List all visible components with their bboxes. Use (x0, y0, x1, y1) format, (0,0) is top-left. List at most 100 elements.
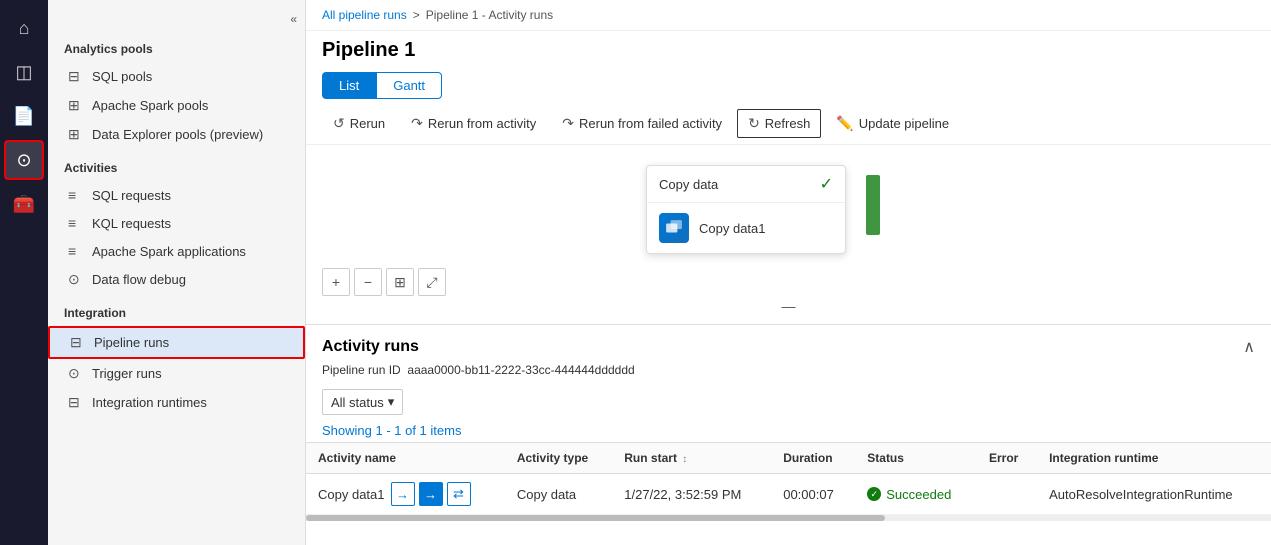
activity-runs-header: Activity runs ∧ (306, 325, 1271, 361)
run-id-row: Pipeline run ID aaaa0000-bb11-2222-33cc-… (306, 361, 1271, 385)
collapse-nav-icon[interactable]: « (290, 12, 297, 26)
refresh-button[interactable]: ↻ Refresh (737, 109, 821, 138)
spark-apps-icon: ≡ (68, 243, 84, 259)
rerun-icon: ↺ (333, 115, 345, 132)
tab-list[interactable]: List (322, 72, 376, 99)
rerun-from-failed-button[interactable]: ↷ Rerun from failed activity (551, 109, 733, 138)
apache-spark-pools-label: Apache Spark pools (92, 98, 208, 113)
update-pipeline-button[interactable]: ✏️ Update pipeline (825, 109, 960, 138)
status-dropdown-chevron-icon: ▾ (388, 394, 395, 410)
tab-gantt[interactable]: Gantt (376, 72, 442, 99)
home-icon[interactable]: ⌂ (4, 8, 44, 48)
document-icon[interactable]: 📄 (4, 96, 44, 136)
sidebar-item-apache-spark-pools[interactable]: ⊞ Apache Spark pools (48, 91, 305, 120)
rerun-button[interactable]: ↺ Rerun (322, 109, 396, 138)
status-succeeded: ✓ Succeeded (867, 487, 965, 502)
rerun-activity-icon: ↷ (411, 115, 423, 132)
breadcrumb-all-pipeline-runs[interactable]: All pipeline runs (322, 8, 407, 22)
pipeline-runs-icon: ⊟ (70, 334, 86, 351)
data-flow-debug-icon: ⊙ (68, 271, 84, 288)
horizontal-scrollbar[interactable] (306, 515, 1271, 521)
activities-heading: Activities (48, 149, 305, 181)
col-duration: Duration (771, 443, 855, 474)
data-explorer-icon: ⊞ (68, 126, 84, 143)
row-input-icon[interactable]: → (391, 482, 415, 506)
collapse-divider[interactable]: — (782, 298, 796, 314)
sql-requests-icon: ≡ (68, 187, 84, 203)
tab-bar: List Gantt (306, 68, 1271, 103)
row-output-icon[interactable]: → (419, 482, 443, 506)
sidebar-item-data-explorer-pools[interactable]: ⊞ Data Explorer pools (preview) (48, 120, 305, 149)
cell-integration-runtime: AutoResolveIntegrationRuntime (1037, 474, 1271, 515)
run-id-label: Pipeline run ID (322, 363, 401, 377)
breadcrumb-current: Pipeline 1 - Activity runs (426, 8, 553, 22)
diagram-toolbar: + − ⊞ ⤢ (322, 268, 446, 296)
popup-title: Copy data (659, 177, 718, 192)
integrate-icon[interactable]: ⊙ (4, 140, 44, 180)
sidebar-item-sql-requests[interactable]: ≡ SQL requests (48, 181, 305, 209)
data-icon[interactable]: ◫ (4, 52, 44, 92)
activity-runs-section: Activity runs ∧ Pipeline run ID aaaa0000… (306, 325, 1271, 545)
status-text: Succeeded (886, 487, 951, 502)
refresh-label: Refresh (765, 116, 811, 131)
col-status: Status (855, 443, 977, 474)
rerun-failed-icon: ↷ (562, 115, 574, 132)
zoom-in-btn[interactable]: + (322, 268, 350, 296)
kql-requests-label: KQL requests (92, 216, 171, 231)
toolbar: ↺ Rerun ↷ Rerun from activity ↷ Rerun fr… (306, 103, 1271, 145)
expand-view-btn[interactable]: ⤢ (418, 268, 446, 296)
status-succeeded-icon: ✓ (867, 487, 881, 501)
cell-run-start: 1/27/22, 3:52:59 PM (612, 474, 771, 515)
sidebar-item-integration-runtimes[interactable]: ⊟ Integration runtimes (48, 388, 305, 417)
status-dropdown[interactable]: All status ▾ (322, 389, 403, 415)
sidebar-item-data-flow-debug[interactable]: ⊙ Data flow debug (48, 265, 305, 294)
row-actions: → → ⇄ (391, 482, 471, 506)
popup-check-icon: ✓ (820, 174, 833, 194)
cell-error (977, 474, 1037, 515)
breadcrumb-separator: > (413, 8, 420, 22)
data-flow-debug-label: Data flow debug (92, 272, 186, 287)
row-rerun-icon[interactable]: ⇄ (447, 482, 471, 506)
activity-block (866, 175, 880, 235)
refresh-icon: ↻ (748, 115, 760, 132)
popup-card-header: Copy data ✓ (647, 166, 845, 203)
icon-sidebar: ⌂ ◫ 📄 ⊙ 🧰 (0, 0, 48, 545)
trigger-runs-label: Trigger runs (92, 366, 162, 381)
scrollbar-thumb[interactable] (306, 515, 885, 521)
cell-activity-name: Copy data1 → → ⇄ (306, 474, 505, 515)
status-filter: All status ▾ (306, 385, 1271, 419)
integration-runtimes-icon: ⊟ (68, 394, 84, 411)
cell-duration: 00:00:07 (771, 474, 855, 515)
run-id-value: aaaa0000-bb11-2222-33cc-444444dddddd (407, 363, 634, 377)
pipeline-runs-label: Pipeline runs (94, 335, 169, 350)
breadcrumb: All pipeline runs > Pipeline 1 - Activit… (306, 0, 1271, 31)
sidebar-item-kql-requests[interactable]: ≡ KQL requests (48, 209, 305, 237)
update-pipeline-label: Update pipeline (859, 116, 949, 131)
nav-panel: « Analytics pools ⊟ SQL pools ⊞ Apache S… (48, 0, 306, 545)
rerun-from-activity-button[interactable]: ↷ Rerun from activity (400, 109, 547, 138)
rerun-label: Rerun (350, 116, 385, 131)
col-error: Error (977, 443, 1037, 474)
apache-spark-pools-icon: ⊞ (68, 97, 84, 114)
fit-view-btn[interactable]: ⊞ (386, 268, 414, 296)
sidebar-item-apache-spark-apps[interactable]: ≡ Apache Spark applications (48, 237, 305, 265)
sidebar-item-pipeline-runs[interactable]: ⊟ Pipeline runs (48, 326, 305, 359)
integration-runtimes-label: Integration runtimes (92, 395, 207, 410)
sidebar-item-trigger-runs[interactable]: ⊙ Trigger runs (48, 359, 305, 388)
cell-activity-type: Copy data (505, 474, 612, 515)
sidebar-item-sql-pools[interactable]: ⊟ SQL pools (48, 62, 305, 91)
data-explorer-label: Data Explorer pools (preview) (92, 127, 263, 142)
popup-item-label: Copy data1 (699, 221, 766, 236)
analytics-pools-heading: Analytics pools (48, 30, 305, 62)
table-row: Copy data1 → → ⇄ Copy data 1/27/22, 3:52… (306, 474, 1271, 515)
popup-card-item[interactable]: Copy data1 (647, 203, 845, 253)
cell-status: ✓ Succeeded (855, 474, 977, 515)
activity-runs-title: Activity runs (322, 338, 419, 356)
tools-icon[interactable]: 🧰 (4, 184, 44, 224)
rerun-from-failed-label: Rerun from failed activity (579, 116, 722, 131)
col-activity-type: Activity type (505, 443, 612, 474)
collapse-runs-icon[interactable]: ∧ (1243, 337, 1255, 357)
sql-requests-label: SQL requests (92, 188, 171, 203)
zoom-out-btn[interactable]: − (354, 268, 382, 296)
col-run-start[interactable]: Run start ↕ (612, 443, 771, 474)
